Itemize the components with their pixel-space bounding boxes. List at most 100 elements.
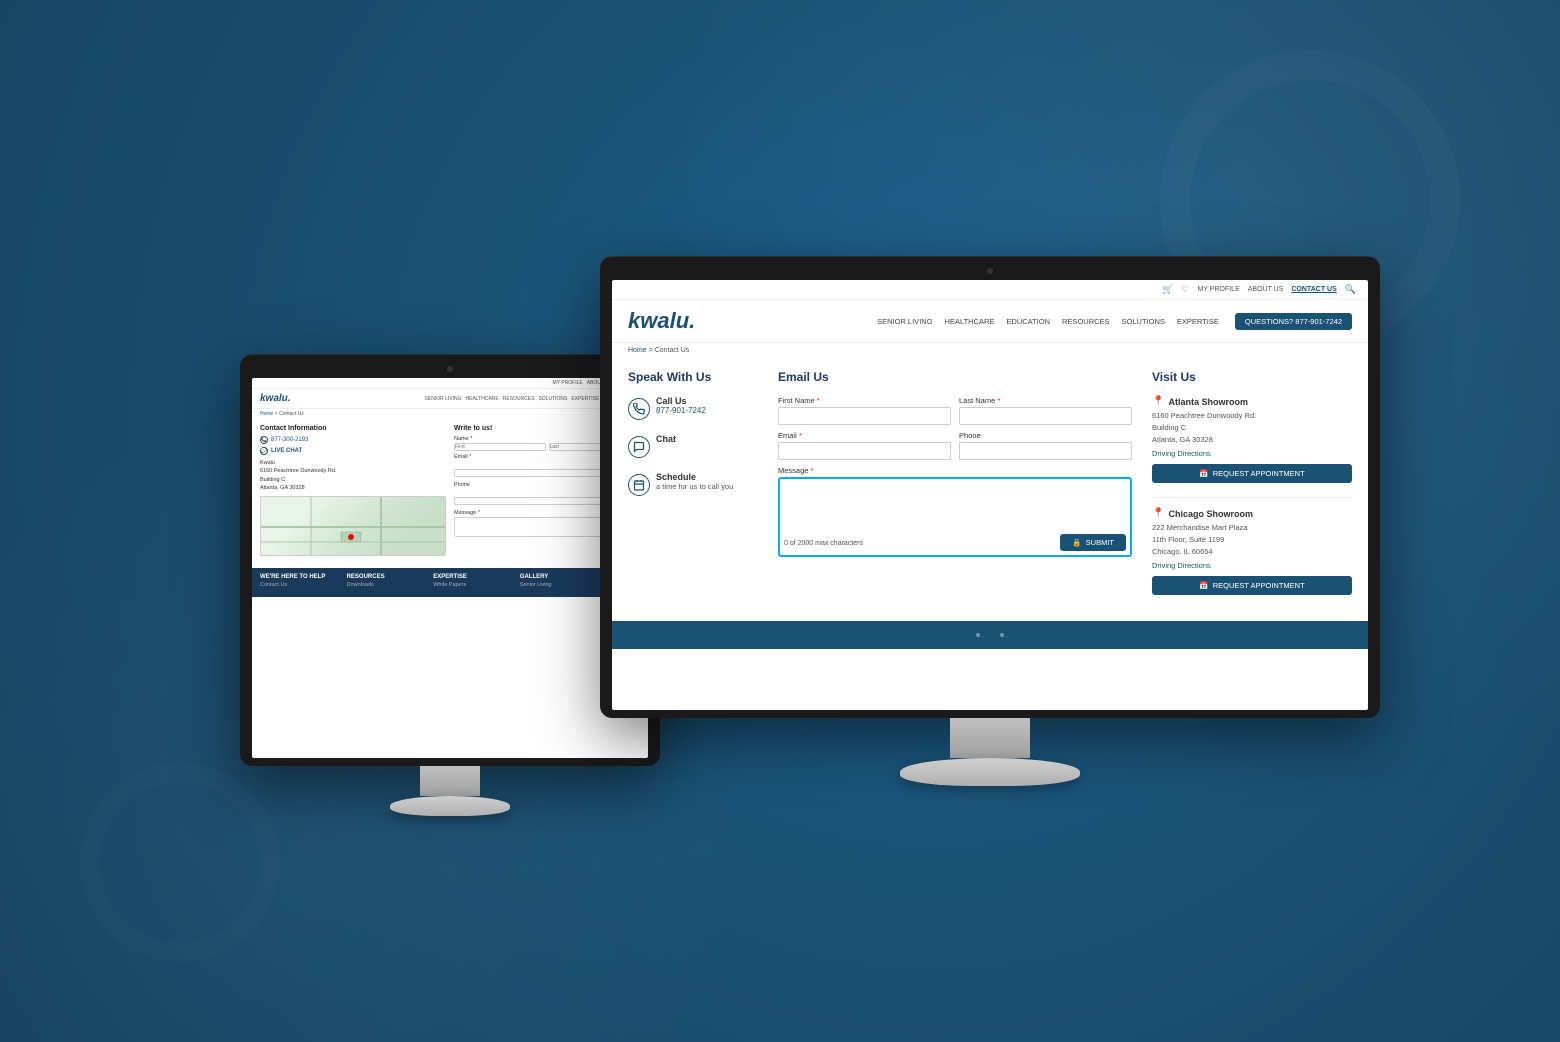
chicago-showroom-name: 📍 Chicago Showroom [1152,508,1352,519]
large-nav-solutions[interactable]: SOLUTIONS [1122,317,1165,326]
atlanta-request-button[interactable]: 📅 REQUEST APPOINTMENT [1152,464,1352,483]
small-nav: kwalu. SENIOR LIVING HEALTHCARE RESOURCE… [252,389,648,409]
small-phone-number[interactable]: 877-300-2193 [271,437,308,443]
large-questions-button[interactable]: QUESTIONS? 877-901-7242 [1235,313,1352,330]
speak-heading: Speak With Us [628,370,758,384]
large-nav: kwalu. SENIOR LIVING HEALTHCARE EDUCATIO… [612,300,1368,343]
email-input[interactable] [778,442,951,460]
chicago-location-icon: 📍 [1152,508,1164,519]
large-contact-us[interactable]: CONTACT US [1291,286,1336,293]
message-textarea[interactable] [784,483,1126,528]
cart-icon[interactable]: 🛒 [1162,284,1173,295]
chicago-directions-link[interactable]: Driving Directions [1152,561,1352,570]
chicago-addr3: Chicago, IL 60654 [1152,546,1352,558]
large-monitor-frame: 🛒 ♡ MY PROFILE ABOUT US CONTACT US 🔍 kwa… [600,256,1380,718]
phone-field-label: Phone [959,431,1132,440]
first-name-group: First Name * [778,396,951,425]
speak-schedule-item: Schedule a time for us to call you [628,472,758,496]
speak-schedule-label[interactable]: Schedule [656,472,733,482]
email-group: Email * [778,431,951,460]
chicago-showroom-label: Chicago Showroom [1168,509,1253,519]
small-phone-icon: 📞 [260,436,268,444]
chicago-showroom: 📍 Chicago Showroom 222 Merchandise Mart … [1152,508,1352,595]
atlanta-directions-link[interactable]: Driving Directions [1152,449,1352,458]
large-my-profile[interactable]: MY PROFILE [1197,286,1239,293]
small-footer-expertise: EXPERTISE White Papers [433,574,500,591]
footer-dots [976,633,1004,637]
small-live-chat[interactable]: LIVE CHAT [271,448,302,454]
submit-button[interactable]: 🔒 SUBMIT [1060,534,1126,551]
atlanta-address: 6160 Peachtree Dunwoody Rd. Building C A… [1152,410,1352,446]
large-about-us[interactable]: ABOUT US [1248,286,1284,293]
chicago-addr2: 11th Floor, Suite 1199 [1152,534,1352,546]
small-footer-gallery: GALLERY Senior Living [520,574,587,591]
small-address-line2: Building C [260,476,446,484]
small-nav-solutions[interactable]: SOLUTIONS [538,396,567,402]
small-footer-downloads-link[interactable]: Downloads [347,582,414,588]
search-icon[interactable]: 🔍 [1345,284,1356,295]
small-nav-senior[interactable]: SENIOR LIVING [425,396,462,402]
small-breadcrumb-home[interactable]: Home [260,411,273,417]
small-screen: MY PROFILE ABOUT US CONTACT kwalu. SENIO… [252,378,648,758]
small-footer-whitepapers-link[interactable]: White Papers [433,582,500,588]
atlanta-addr1: 6160 Peachtree Dunwoody Rd. [1152,410,1352,422]
small-map-inner [261,497,445,555]
message-area-wrapper: 0 of 2000 max characters 🔒 SUBMIT [778,477,1132,557]
large-nav-education[interactable]: EDUCATION [1006,317,1050,326]
phone-input[interactable] [959,442,1132,460]
speak-chat-text: Chat [656,434,676,444]
chicago-request-label: REQUEST APPOINTMENT [1213,581,1305,590]
last-name-label: Last Name * [959,396,1132,405]
small-map[interactable] [260,496,446,556]
small-my-profile[interactable]: MY PROFILE [553,380,583,386]
large-breadcrumb-home[interactable]: Home [628,347,647,354]
showroom-divider [1152,497,1352,498]
small-first-input[interactable] [454,443,546,451]
small-logo[interactable]: kwalu. [260,393,291,404]
last-name-input[interactable] [959,407,1132,425]
email-name-row: First Name * Last Name * [778,396,1132,425]
phone-group: Phone [959,431,1132,460]
char-count: 0 of 2000 max characters [784,540,863,547]
small-contact-title: Contact Information [260,425,446,432]
speak-chat-label[interactable]: Chat [656,434,676,444]
speak-call-text: Call Us 877-901-7242 [656,396,706,415]
visit-heading: Visit Us [1152,370,1352,384]
phone-icon [628,398,650,420]
chicago-request-button[interactable]: 📅 REQUEST APPOINTMENT [1152,576,1352,595]
small-nav-resources[interactable]: RESOURCES [503,396,535,402]
first-name-input[interactable] [778,407,951,425]
small-footer: WE'RE HERE TO HELP Contact Us RESOURCES … [252,568,648,597]
large-nav-healthcare[interactable]: HEALTHCARE [945,317,995,326]
large-nav-senior[interactable]: SENIOR LIVING [877,317,932,326]
speak-call-number[interactable]: 877-901-7242 [656,406,706,415]
calendar-icon [628,474,650,496]
small-nav-expertise[interactable]: EXPERTISE [571,396,599,402]
atlanta-showroom-name: 📍 Atlanta Showroom [1152,396,1352,407]
speak-schedule-sub2: to call you [700,482,734,491]
lock-icon: 🔒 [1072,538,1081,547]
small-contact-info: Contact Information 📞 877-300-2193 💬 LIV… [260,425,446,558]
chicago-address: 222 Merchandise Mart Plaza 11th Floor, S… [1152,522,1352,558]
small-top-bar: MY PROFILE ABOUT US CONTACT [252,378,648,389]
visit-section: Visit Us 📍 Atlanta Showroom 6160 Peachtr… [1152,370,1352,609]
small-company-name: Kwalu [260,459,446,467]
small-footer-seniorliving-link[interactable]: Senior Living [520,582,587,588]
small-nav-healthcare[interactable]: HEALTHCARE [466,396,499,402]
small-footer-contact-link[interactable]: Contact Us [260,582,327,588]
small-address-line1: 6160 Peachtree Dunwoody Rd. [260,467,446,475]
large-nav-resources[interactable]: RESOURCES [1062,317,1110,326]
chat-icon [628,436,650,458]
small-camera [447,366,453,372]
large-nav-expertise[interactable]: EXPERTISE [1177,317,1219,326]
atlanta-request-label: REQUEST APPOINTMENT [1213,469,1305,478]
speak-schedule-sub: a time for us [656,482,697,491]
heart-icon[interactable]: ♡ [1181,284,1189,295]
large-logo[interactable]: kwalu. [628,308,695,334]
small-footer-help-title: WE'RE HERE TO HELP [260,574,327,580]
speak-chat-item: Chat [628,434,758,458]
small-stand-base [390,796,510,816]
small-footer-gallery-title: GALLERY [520,574,587,580]
email-heading: Email Us [778,370,1132,384]
email-field-label: Email * [778,431,951,440]
